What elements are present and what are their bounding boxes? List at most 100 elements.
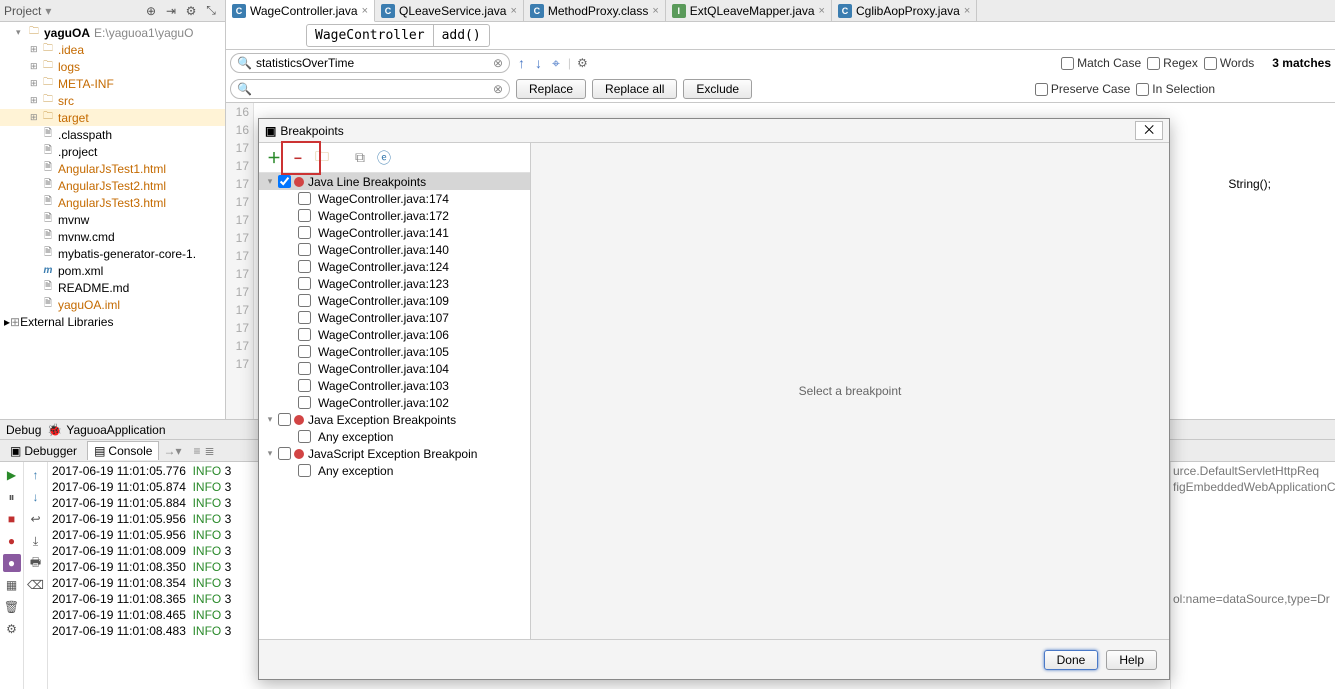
breakpoint-item[interactable]: WageController.java:123 bbox=[259, 275, 530, 292]
js-exception-breakpoints-node[interactable]: ▾ JavaScript Exception Breakpoin bbox=[259, 445, 530, 462]
chevron-down-icon[interactable]: ▾ bbox=[45, 4, 51, 18]
words-checkbox[interactable]: Words bbox=[1204, 56, 1254, 70]
debugger-tab[interactable]: ▣Debugger bbox=[4, 442, 83, 460]
editor-tab[interactable]: CQLeaveService.java× bbox=[375, 0, 524, 21]
tree-item[interactable]: 🗎AngularJsTest2.html bbox=[0, 177, 225, 194]
mute-breakpoints-icon[interactable]: ● bbox=[3, 554, 21, 572]
tree-item[interactable]: ⊞🗀src bbox=[0, 92, 225, 109]
replace-input[interactable] bbox=[256, 82, 493, 96]
tree-item[interactable]: 🗎.classpath bbox=[0, 126, 225, 143]
search-settings-icon[interactable]: ⚙ bbox=[577, 56, 588, 70]
regex-checkbox[interactable]: Regex bbox=[1147, 56, 1198, 70]
layout-icon[interactable]: ▦ bbox=[3, 576, 21, 594]
breadcrumb-class[interactable]: WageController bbox=[306, 24, 434, 47]
hide-icon[interactable]: ⤡ bbox=[203, 3, 219, 19]
breakpoint-item[interactable]: WageController.java:124 bbox=[259, 258, 530, 275]
console-tab[interactable]: ▤Console bbox=[87, 441, 159, 460]
tree-item[interactable]: 🗎mybatis-generator-core-1. bbox=[0, 245, 225, 262]
close-icon[interactable]: ⨉ bbox=[1135, 121, 1163, 140]
editor-tab[interactable]: CMethodProxy.class× bbox=[524, 0, 666, 21]
tree-item[interactable]: 🗎yaguOA.iml bbox=[0, 296, 225, 313]
print-icon[interactable]: 🖶 bbox=[27, 554, 45, 572]
close-tab-icon[interactable]: × bbox=[362, 5, 368, 17]
gutter[interactable]: 161617171717171717171717171717 bbox=[226, 103, 254, 419]
close-tab-icon[interactable]: × bbox=[510, 5, 516, 17]
gear-icon[interactable]: ⚙ bbox=[183, 3, 199, 19]
collapse-icon[interactable]: ⇥ bbox=[163, 3, 179, 19]
tree-item[interactable]: ⊞🗀META-INF bbox=[0, 75, 225, 92]
exclude-button[interactable]: Exclude bbox=[683, 79, 752, 99]
tree-item[interactable]: 🗎AngularJsTest1.html bbox=[0, 160, 225, 177]
breakpoint-item[interactable]: WageController.java:172 bbox=[259, 207, 530, 224]
copy-icon[interactable]: ⧉ bbox=[351, 149, 369, 167]
tree-item[interactable]: 🗎AngularJsTest3.html bbox=[0, 194, 225, 211]
help-button[interactable]: Help bbox=[1106, 650, 1157, 670]
breakpoint-item[interactable]: WageController.java:104 bbox=[259, 360, 530, 377]
breakpoint-item[interactable]: WageController.java:105 bbox=[259, 343, 530, 360]
tree-item[interactable]: 🗎mvnw bbox=[0, 211, 225, 228]
match-case-checkbox[interactable]: Match Case bbox=[1061, 56, 1141, 70]
tree-item[interactable]: 🗎README.md bbox=[0, 279, 225, 296]
down-icon[interactable]: ↓ bbox=[27, 488, 45, 506]
toggle-icon[interactable]: ⓔ bbox=[375, 149, 393, 167]
clear-replace-icon[interactable]: ⊗ bbox=[493, 82, 503, 96]
project-tree[interactable]: ▾ 🗀 yaguOA E:\yaguoa1\yaguO ⊞🗀.idea⊞🗀log… bbox=[0, 22, 225, 419]
filter2-icon[interactable]: ≣ bbox=[204, 444, 214, 458]
stop-icon[interactable]: ■ bbox=[3, 510, 21, 528]
breakpoint-item[interactable]: WageController.java:174 bbox=[259, 190, 530, 207]
tree-root[interactable]: ▾ 🗀 yaguOA E:\yaguoa1\yaguO bbox=[0, 24, 225, 41]
tree-item[interactable]: ⊞🗀.idea bbox=[0, 41, 225, 58]
editor-tab[interactable]: IExtQLeaveMapper.java× bbox=[666, 0, 832, 21]
scroll-icon[interactable]: ⤓ bbox=[27, 532, 45, 550]
any-exception-js-item[interactable]: Any exception bbox=[259, 462, 530, 479]
in-selection-checkbox[interactable]: In Selection bbox=[1136, 82, 1215, 96]
breakpoint-item[interactable]: WageController.java:106 bbox=[259, 326, 530, 343]
breakpoint-item[interactable]: WageController.java:102 bbox=[259, 394, 530, 411]
java-line-breakpoints-node[interactable]: ▾ Java Line Breakpoints bbox=[259, 173, 530, 190]
select-all-icon[interactable]: ⌖ bbox=[550, 55, 562, 72]
next-match-icon[interactable]: ↓ bbox=[533, 55, 544, 71]
tree-item[interactable]: 🗎mvnw.cmd bbox=[0, 228, 225, 245]
clear-search-icon[interactable]: ⊗ bbox=[493, 56, 503, 70]
breakpoint-item[interactable]: WageController.java:109 bbox=[259, 292, 530, 309]
editor-tab[interactable]: CCglibAopProxy.java× bbox=[832, 0, 977, 21]
replace-button[interactable]: Replace bbox=[516, 79, 586, 99]
wrap-icon[interactable]: ↩ bbox=[27, 510, 45, 528]
resume-icon[interactable]: ▶ bbox=[3, 466, 21, 484]
breadcrumb-method[interactable]: add() bbox=[434, 24, 490, 47]
view-breakpoints-icon[interactable]: ● bbox=[3, 532, 21, 550]
pause-icon[interactable]: ⏸ bbox=[3, 488, 21, 506]
tree-item[interactable]: ⊞🗀target bbox=[0, 109, 225, 126]
java-exception-breakpoints-node[interactable]: ▾ Java Exception Breakpoints bbox=[259, 411, 530, 428]
trash-icon[interactable]: 🗑 bbox=[3, 598, 21, 616]
breakpoint-item[interactable]: WageController.java:140 bbox=[259, 241, 530, 258]
any-exception-item[interactable]: Any exception bbox=[259, 428, 530, 445]
tree-item[interactable]: mpom.xml bbox=[0, 262, 225, 279]
close-tab-icon[interactable]: × bbox=[819, 5, 825, 17]
add-breakpoint-icon[interactable]: ＋ bbox=[265, 149, 283, 167]
close-tab-icon[interactable]: × bbox=[964, 5, 970, 17]
breakpoint-item[interactable]: WageController.java:107 bbox=[259, 309, 530, 326]
prev-match-icon[interactable]: ↑ bbox=[516, 55, 527, 71]
breakpoint-tree[interactable]: ▾ Java Line Breakpoints WageController.j… bbox=[259, 173, 530, 639]
done-button[interactable]: Done bbox=[1044, 650, 1099, 670]
breakpoint-item[interactable]: WageController.java:141 bbox=[259, 224, 530, 241]
replace-all-button[interactable]: Replace all bbox=[592, 79, 677, 99]
settings-icon[interactable]: ⚙ bbox=[3, 620, 21, 638]
breakpoint-item[interactable]: WageController.java:103 bbox=[259, 377, 530, 394]
console-arrow-icon[interactable]: →▾ bbox=[163, 444, 181, 458]
preserve-case-checkbox[interactable]: Preserve Case bbox=[1035, 82, 1130, 96]
run-config-name[interactable]: YaguoaApplication bbox=[66, 423, 165, 437]
group-icon[interactable]: 🗀 bbox=[313, 149, 331, 167]
search-input[interactable] bbox=[256, 56, 493, 70]
editor-tab[interactable]: CWageController.java× bbox=[226, 0, 375, 22]
remove-breakpoint-icon[interactable]: − bbox=[289, 149, 307, 167]
up-icon[interactable]: ↑ bbox=[27, 466, 45, 484]
close-tab-icon[interactable]: × bbox=[652, 5, 658, 17]
clear-icon[interactable]: ⌫ bbox=[27, 576, 45, 594]
tree-item[interactable]: 🗎.project bbox=[0, 143, 225, 160]
tree-item[interactable]: ⊞🗀logs bbox=[0, 58, 225, 75]
filter-icon[interactable]: ≡ bbox=[193, 444, 200, 458]
external-libraries[interactable]: ▸ ⊞ External Libraries bbox=[0, 313, 225, 331]
target-icon[interactable]: ⊕ bbox=[143, 3, 159, 19]
